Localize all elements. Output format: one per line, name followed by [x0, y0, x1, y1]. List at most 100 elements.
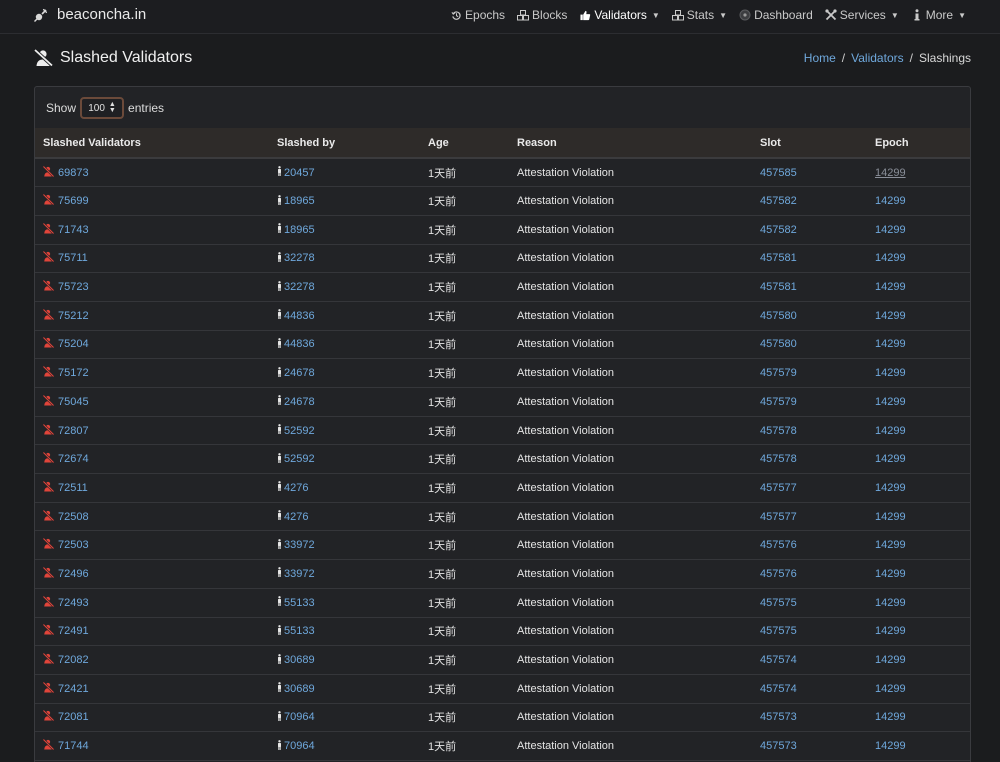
- slot-link[interactable]: 457579: [760, 396, 797, 408]
- nav-more[interactable]: More ▼: [911, 8, 966, 22]
- validator-link[interactable]: 72807: [58, 425, 89, 437]
- epoch-link[interactable]: 14299: [875, 511, 906, 523]
- validator-link[interactable]: 72503: [58, 539, 89, 551]
- epoch-link[interactable]: 14299: [875, 195, 906, 207]
- slasher-link[interactable]: 70964: [284, 740, 315, 752]
- slasher-link[interactable]: 32278: [284, 252, 315, 264]
- slot-link[interactable]: 457576: [760, 568, 797, 580]
- slot-link[interactable]: 457574: [760, 683, 797, 695]
- slasher-link[interactable]: 33972: [284, 568, 315, 580]
- slasher-link[interactable]: 30689: [284, 683, 315, 695]
- validator-link[interactable]: 75212: [58, 310, 89, 322]
- nav-services[interactable]: Services ▼: [825, 8, 899, 22]
- slasher-link[interactable]: 33972: [284, 539, 315, 551]
- epoch-link[interactable]: 14299: [875, 367, 906, 379]
- col-header-slashed-by[interactable]: Slashed by: [269, 128, 420, 159]
- validator-link[interactable]: 69873: [58, 167, 89, 179]
- slot-link[interactable]: 457579: [760, 367, 797, 379]
- validator-link[interactable]: 71744: [58, 740, 89, 752]
- slot-link[interactable]: 457575: [760, 625, 797, 637]
- validator-link[interactable]: 72511: [58, 482, 88, 494]
- epoch-link[interactable]: 14299: [875, 453, 906, 465]
- validator-link[interactable]: 72496: [58, 568, 89, 580]
- validator-link[interactable]: 72421: [58, 683, 89, 695]
- breadcrumb-validators[interactable]: Validators: [851, 51, 903, 65]
- slasher-link[interactable]: 4276: [284, 482, 308, 494]
- validator-link[interactable]: 75699: [58, 195, 89, 207]
- nav-epochs[interactable]: Epochs: [450, 8, 505, 22]
- slasher-link[interactable]: 55133: [284, 597, 315, 609]
- slasher-link[interactable]: 18965: [284, 195, 315, 207]
- slasher-link[interactable]: 32278: [284, 281, 315, 293]
- slot-link[interactable]: 457574: [760, 654, 797, 666]
- brand[interactable]: beaconcha.in: [33, 6, 146, 23]
- slot-link[interactable]: 457573: [760, 711, 797, 723]
- epoch-link[interactable]: 14299: [875, 740, 906, 752]
- slasher-link[interactable]: 30689: [284, 654, 315, 666]
- slot-link[interactable]: 457582: [760, 195, 797, 207]
- validator-link[interactable]: 71743: [58, 224, 89, 236]
- col-header-slot[interactable]: Slot: [752, 128, 867, 159]
- epoch-link[interactable]: 14299: [875, 252, 906, 264]
- slasher-link[interactable]: 55133: [284, 625, 315, 637]
- slasher-link[interactable]: 24678: [284, 396, 315, 408]
- validator-link[interactable]: 72081: [58, 711, 89, 723]
- nav-blocks[interactable]: Blocks: [517, 8, 567, 22]
- epoch-link[interactable]: 14299: [875, 482, 906, 494]
- slot-link[interactable]: 457578: [760, 425, 797, 437]
- slot-link[interactable]: 457573: [760, 740, 797, 752]
- col-header-reason[interactable]: Reason: [509, 128, 752, 159]
- slasher-link[interactable]: 70964: [284, 711, 315, 723]
- slot-link[interactable]: 457578: [760, 453, 797, 465]
- epoch-link[interactable]: 14299: [875, 281, 906, 293]
- slot-link[interactable]: 457582: [760, 224, 797, 236]
- epoch-link[interactable]: 14299: [875, 654, 906, 666]
- col-header-slashed-validators[interactable]: Slashed Validators: [35, 128, 269, 159]
- nav-stats[interactable]: Stats ▼: [671, 8, 727, 22]
- slasher-link[interactable]: 44836: [284, 338, 315, 350]
- entries-select[interactable]: 100 ▲ ▼: [80, 97, 125, 119]
- validator-link[interactable]: 75204: [58, 338, 89, 350]
- slot-link[interactable]: 457585: [760, 167, 797, 179]
- epoch-link[interactable]: 14299: [875, 597, 906, 609]
- col-header-epoch[interactable]: Epoch: [867, 128, 970, 159]
- validator-link[interactable]: 72508: [58, 511, 89, 523]
- slot-link[interactable]: 457577: [760, 511, 797, 523]
- epoch-link[interactable]: 14299: [875, 425, 906, 437]
- validator-link[interactable]: 72674: [58, 453, 89, 465]
- validator-link[interactable]: 75711: [58, 252, 88, 264]
- slasher-link[interactable]: 20457: [284, 167, 315, 179]
- epoch-link[interactable]: 14299: [875, 625, 906, 637]
- slasher-link[interactable]: 4276: [284, 511, 308, 523]
- epoch-link[interactable]: 14299: [875, 396, 906, 408]
- slot-link[interactable]: 457577: [760, 482, 797, 494]
- breadcrumb-home[interactable]: Home: [804, 51, 836, 65]
- epoch-link[interactable]: 14299: [875, 539, 906, 551]
- validator-link[interactable]: 75172: [58, 367, 89, 379]
- slot-link[interactable]: 457575: [760, 597, 797, 609]
- nav-validators[interactable]: Validators ▼: [579, 8, 660, 22]
- epoch-link[interactable]: 14299: [875, 568, 906, 580]
- slasher-link[interactable]: 18965: [284, 224, 315, 236]
- slasher-link[interactable]: 52592: [284, 425, 315, 437]
- validator-link[interactable]: 75045: [58, 396, 89, 408]
- slasher-link[interactable]: 52592: [284, 453, 315, 465]
- epoch-link[interactable]: 14299: [875, 224, 906, 236]
- validator-link[interactable]: 72082: [58, 654, 89, 666]
- epoch-link[interactable]: 14299: [875, 167, 906, 179]
- slasher-link[interactable]: 44836: [284, 310, 315, 322]
- epoch-link[interactable]: 14299: [875, 338, 906, 350]
- validator-link[interactable]: 75723: [58, 281, 89, 293]
- col-header-age[interactable]: Age: [420, 128, 509, 159]
- epoch-link[interactable]: 14299: [875, 310, 906, 322]
- slot-link[interactable]: 457580: [760, 310, 797, 322]
- slot-link[interactable]: 457580: [760, 338, 797, 350]
- epoch-link[interactable]: 14299: [875, 711, 906, 723]
- nav-dashboard[interactable]: Dashboard: [739, 8, 813, 22]
- slot-link[interactable]: 457581: [760, 281, 797, 293]
- slot-link[interactable]: 457576: [760, 539, 797, 551]
- slot-link[interactable]: 457581: [760, 252, 797, 264]
- validator-link[interactable]: 72493: [58, 597, 89, 609]
- slasher-link[interactable]: 24678: [284, 367, 315, 379]
- epoch-link[interactable]: 14299: [875, 683, 906, 695]
